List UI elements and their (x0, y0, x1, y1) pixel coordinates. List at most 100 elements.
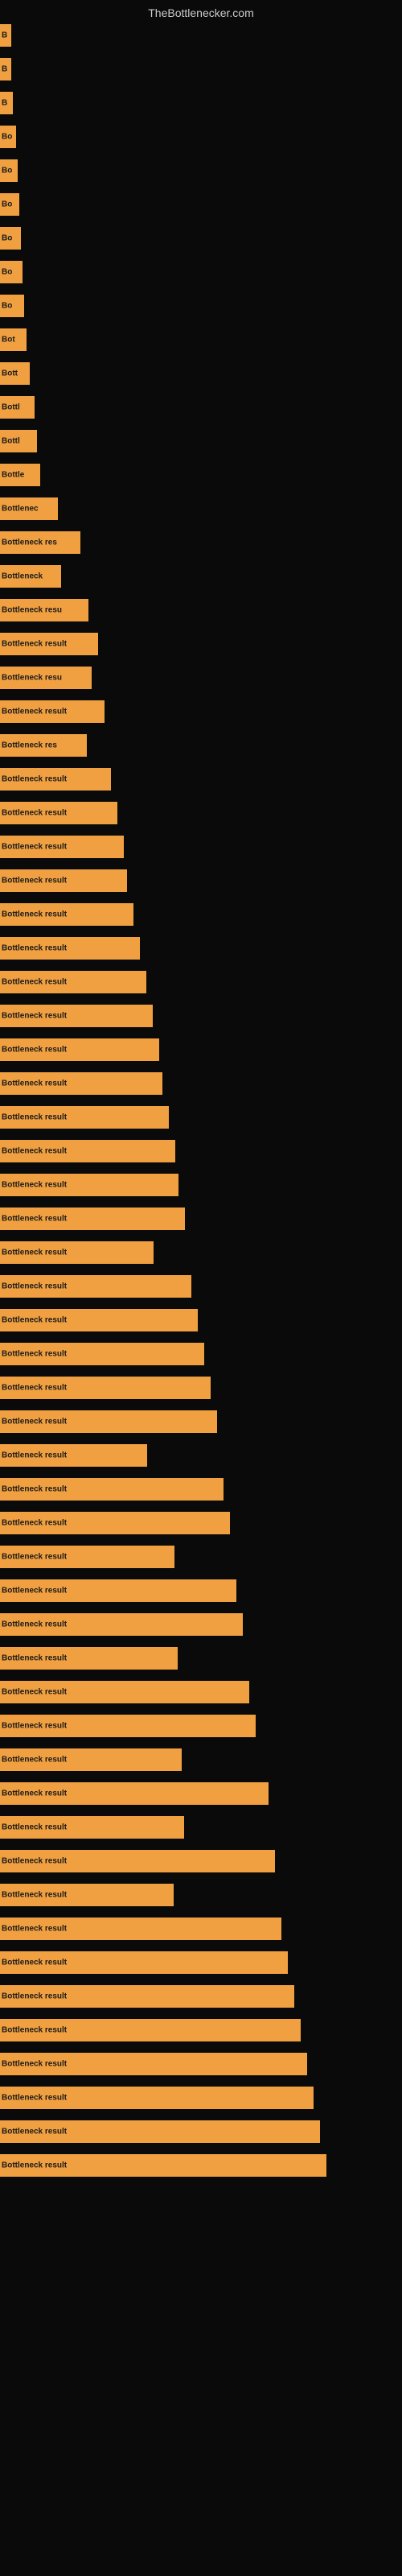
bar: Bottleneck result (0, 802, 117, 824)
bar: Bottleneck result (0, 1241, 154, 1264)
bar-label: Bottleneck result (2, 1790, 67, 1798)
bar-row: Bottleneck result (0, 768, 402, 791)
bar-label: Bottl (2, 437, 20, 446)
bar-label: Bot (2, 336, 15, 345)
bar-label: B (2, 99, 7, 108)
bar-label: Bottleneck result (2, 708, 67, 716)
bar-row: Bottleneck result (0, 2019, 402, 2041)
bar: Bottleneck result (0, 1106, 169, 1129)
bar: Bottleneck result (0, 1715, 256, 1737)
bar: Bottleneck result (0, 1140, 175, 1162)
bar-row: Bottleneck result (0, 1343, 402, 1365)
bar-row: Bottleneck result (0, 1512, 402, 1534)
bar-row: Bottleneck result (0, 903, 402, 926)
bar-row: Bottleneck result (0, 1241, 402, 1264)
bar-row: Bo (0, 261, 402, 283)
bar: Bottleneck result (0, 1647, 178, 1670)
bar-row: B (0, 24, 402, 47)
bar: Bottleneck result (0, 700, 105, 723)
bar: Bottleneck result (0, 2154, 326, 2177)
bar: Bottleneck result (0, 1174, 178, 1196)
bar-label: Bottleneck result (2, 1080, 67, 1088)
bar-label: Bottleneck result (2, 1688, 67, 1697)
bar-row: Bo (0, 126, 402, 148)
bar-row: Bottleneck result (0, 2087, 402, 2109)
bar-label: Bottleneck resu (2, 674, 62, 683)
bar: Bottlenec (0, 497, 58, 520)
bar: Bottleneck result (0, 836, 124, 858)
bar-row: Bottleneck result (0, 1816, 402, 1839)
bar-row: Bottleneck result (0, 971, 402, 993)
bar-row: Bottleneck result (0, 1985, 402, 2008)
bar: Bo (0, 295, 24, 317)
bar: Bottleneck result (0, 2120, 320, 2143)
bar: Bottleneck result (0, 937, 140, 960)
bar-label: Bottleneck result (2, 1282, 67, 1291)
bar-label: Bottl (2, 403, 20, 412)
bar: Bottleneck result (0, 1005, 153, 1027)
bar: Bottleneck result (0, 1951, 288, 1974)
bar: Bo (0, 261, 23, 283)
bar: Bottleneck result (0, 1850, 275, 1872)
bar-row: Bottleneck result (0, 1951, 402, 1974)
bar-row: Bottlenec (0, 497, 402, 520)
bar-row: Bottleneck result (0, 836, 402, 858)
bar-row: Bottleneck result (0, 937, 402, 960)
bar-label: Bottleneck result (2, 2060, 67, 2069)
bar: Bottleneck result (0, 2019, 301, 2041)
bar-row: Bottleneck result (0, 1613, 402, 1636)
bar-row: Bott (0, 362, 402, 385)
bar-label: Bottleneck result (2, 1756, 67, 1765)
bar-label: Bottleneck result (2, 2128, 67, 2136)
bar-row: Bottleneck result (0, 700, 402, 723)
bar-row: Bottleneck result (0, 2120, 402, 2143)
bar: Bottleneck result (0, 1884, 174, 1906)
bar-row: Bottl (0, 430, 402, 452)
bar: Bo (0, 193, 19, 216)
bar-label: Bottleneck (2, 572, 43, 581)
bar-label: Bottleneck result (2, 640, 67, 649)
bar-label: B (2, 65, 7, 74)
bar-row: Bottleneck result (0, 1208, 402, 1230)
bar-label: Bottleneck result (2, 1857, 67, 1866)
bar: Bottleneck result (0, 1918, 281, 1940)
bar-label: Bottleneck res (2, 539, 57, 547)
bar-row: Bo (0, 227, 402, 250)
bar: B (0, 92, 13, 114)
bar-label: B (2, 31, 7, 40)
bar: Bottleneck result (0, 1309, 198, 1331)
bar: Bottleneck result (0, 903, 133, 926)
bar-row: Bottleneck res (0, 531, 402, 554)
bar: Bottleneck resu (0, 599, 88, 621)
bar-label: Bottleneck result (2, 1587, 67, 1596)
bar: B (0, 58, 11, 80)
bar-row: Bottleneck result (0, 1715, 402, 1737)
bar-row: Bottleneck resu (0, 599, 402, 621)
bar-label: Bottleneck res (2, 741, 57, 750)
bar-row: Bottleneck result (0, 1681, 402, 1703)
bar-label: Bo (2, 268, 12, 277)
bar-row: Bottleneck result (0, 802, 402, 824)
bar-row: Bottleneck result (0, 1748, 402, 1771)
bar: Bottleneck result (0, 1072, 162, 1095)
bar-label: Bottle (2, 471, 24, 480)
bar-row: Bottleneck result (0, 1140, 402, 1162)
bar-label: Bottleneck result (2, 775, 67, 784)
bar-label: Bottleneck result (2, 2161, 67, 2170)
bar: Bottle (0, 464, 40, 486)
bar-label: Bottlenec (2, 505, 39, 514)
bar: Bottleneck result (0, 1208, 185, 1230)
bar: Bottleneck result (0, 2087, 314, 2109)
bar: Bottleneck result (0, 971, 146, 993)
bar-row: Bottleneck result (0, 1038, 402, 1061)
bar: Bottleneck resu (0, 667, 92, 689)
bar-row: Bottleneck result (0, 1072, 402, 1095)
bar: Bo (0, 159, 18, 182)
bar: Bottleneck result (0, 1343, 204, 1365)
bar: Bottleneck result (0, 1782, 269, 1805)
bar-row: Bottleneck result (0, 1478, 402, 1501)
bar-label: Bo (2, 200, 12, 209)
bar-row: Bottleneck result (0, 1275, 402, 1298)
bar-label: Bottleneck resu (2, 606, 62, 615)
bar-row: Bottleneck result (0, 2154, 402, 2177)
